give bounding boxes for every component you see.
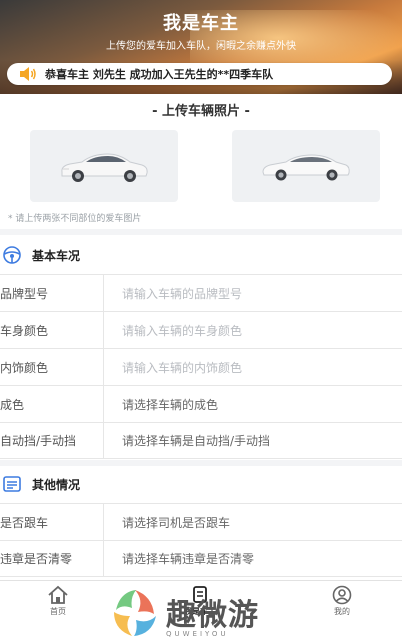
watermark-text: 趣微游	[166, 598, 259, 633]
violation-cleared-select[interactable]: 请选择车辆违章是否清零	[104, 550, 254, 567]
interior-color-input[interactable]: 请输入车辆的内饰颜色	[104, 359, 242, 376]
section-basic-title: 基本车况	[32, 248, 81, 263]
driver-follow-select[interactable]: 请选择司机是否跟车	[104, 514, 230, 531]
watermark-logo-icon	[114, 590, 156, 636]
watermark: 趣微游 QUWEIYOU	[108, 586, 298, 640]
field-label: 内饰颜色	[0, 349, 104, 385]
section-other-title: 其他情况	[32, 477, 81, 492]
field-label: 是否跟车	[0, 504, 104, 540]
list-card-icon	[3, 476, 21, 492]
page-subtitle: 上传您的爱车加入车队，闲暇之余赚点外快	[106, 41, 296, 52]
field-transmission[interactable]: 自动挡/手动挡 请选择车辆是自动挡/手动挡	[0, 422, 402, 459]
section-basic-header: 基本车况	[0, 237, 402, 273]
car-side-icon	[262, 154, 350, 181]
field-brand-model[interactable]: 品牌型号 请输入车辆的品牌型号	[0, 274, 402, 311]
field-interior-color[interactable]: 内饰颜色 请输入车辆的内饰颜色	[0, 348, 402, 385]
condition-select[interactable]: 请选择车辆的成色	[104, 396, 218, 413]
profile-icon	[332, 585, 352, 605]
field-label: 违章是否清零	[0, 541, 104, 576]
section-other-header: 其他情况	[0, 466, 402, 502]
field-label: 自动挡/手动挡	[0, 423, 104, 458]
tab-label: 我的	[334, 607, 350, 616]
page-title: 我是车主	[163, 13, 239, 34]
upload-photo-front[interactable]	[30, 130, 178, 202]
field-body-color[interactable]: 车身颜色 请输入车辆的车身颜色	[0, 311, 402, 348]
home-icon	[48, 585, 68, 604]
car-front-icon	[61, 153, 148, 182]
speaker-icon	[20, 67, 36, 81]
tab-home[interactable]: 首页	[28, 585, 88, 617]
body-color-input[interactable]: 请输入车辆的车身颜色	[104, 322, 242, 339]
notice-bar[interactable]: 恭喜车主 刘先生 成功加入王先生的**四季车队	[7, 63, 392, 85]
field-violation-cleared[interactable]: 违章是否清零 请选择车辆违章是否清零	[0, 540, 402, 577]
field-label: 成色	[0, 386, 104, 422]
field-condition[interactable]: 成色 请选择车辆的成色	[0, 385, 402, 422]
field-driver-follow[interactable]: 是否跟车 请选择司机是否跟车	[0, 503, 402, 540]
transmission-select[interactable]: 请选择车辆是自动挡/手动挡	[104, 432, 270, 449]
brand-model-input[interactable]: 请输入车辆的品牌型号	[104, 285, 242, 302]
field-label: 车身颜色	[0, 312, 104, 348]
watermark-subtext: QUWEIYOU	[166, 630, 229, 638]
field-label: 品牌型号	[0, 275, 104, 311]
upload-hint: * 请上传两张不同部位的爱车图片	[8, 214, 142, 224]
upload-section-title: - 上传车辆照片 -	[152, 104, 250, 119]
divider	[0, 229, 402, 235]
notice-text: 恭喜车主 刘先生 成功加入王先生的**四季车队	[45, 68, 274, 81]
upload-photo-side[interactable]	[232, 130, 380, 202]
tab-label: 首页	[50, 607, 66, 616]
tab-profile[interactable]: 我的	[312, 585, 372, 617]
steering-wheel-icon	[3, 246, 21, 264]
hero-banner: 我是车主 上传您的爱车加入车队，闲暇之余赚点外快 恭喜车主 刘先生 成功加入王先…	[0, 0, 402, 94]
